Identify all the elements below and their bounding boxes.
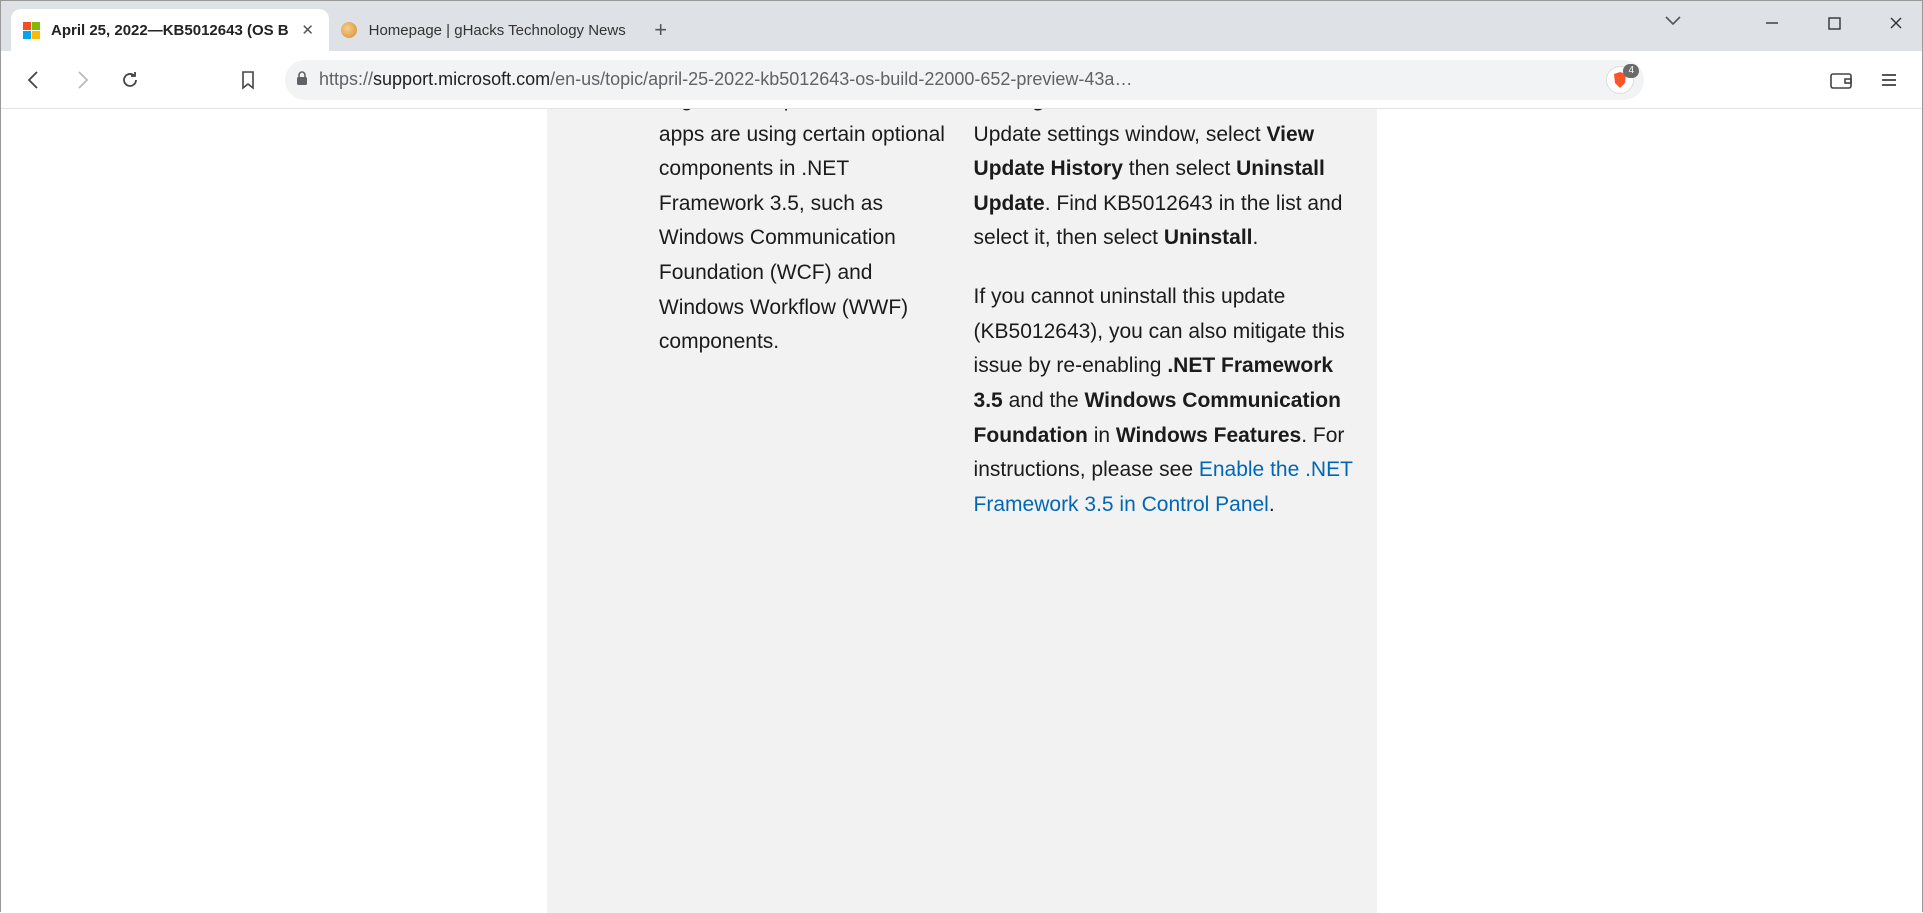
- symptom-cell: After installing this update, some .NET …: [659, 109, 974, 547]
- address-bar[interactable]: https://support.microsoft.com/en-us/topi…: [285, 60, 1644, 100]
- close-button[interactable]: [1878, 9, 1914, 37]
- article-content: IT admins After installing this update, …: [547, 109, 1377, 913]
- new-tab-button[interactable]: +: [644, 13, 678, 47]
- url-host: support.microsoft.com: [373, 69, 550, 89]
- ghacks-favicon-icon: [341, 21, 359, 39]
- tab-title: April 25, 2022—KB5012643 (OS B: [51, 22, 289, 39]
- tab-kb5012643[interactable]: April 25, 2022—KB5012643 (OS B ✕: [11, 9, 329, 51]
- lock-icon: [295, 70, 309, 89]
- bookmark-button[interactable]: [229, 61, 267, 99]
- url-path: /en-us/topic/april-25-2022-kb5012643-os-…: [550, 69, 1132, 89]
- back-button[interactable]: [15, 61, 53, 99]
- workaround-paragraph-2: If you cannot uninstall this update (KB5…: [974, 280, 1363, 522]
- microsoft-favicon-icon: [23, 21, 41, 39]
- wallet-button[interactable]: [1822, 61, 1860, 99]
- window-controls: [1754, 9, 1914, 37]
- maximize-button[interactable]: [1816, 9, 1852, 37]
- audience-cell: IT admins: [561, 109, 659, 547]
- navigation-toolbar: https://support.microsoft.com/en-us/topi…: [1, 51, 1922, 109]
- tab-title: Homepage | gHacks Technology News: [369, 22, 626, 39]
- browser-chrome: April 25, 2022—KB5012643 (OS B ✕ Homepag…: [1, 1, 1922, 109]
- reload-button[interactable]: [111, 61, 149, 99]
- tab-ghacks[interactable]: Homepage | gHacks Technology News: [329, 9, 638, 51]
- menu-button[interactable]: [1870, 61, 1908, 99]
- url-display: https://support.microsoft.com/en-us/topi…: [319, 69, 1596, 90]
- known-issues-row: IT admins After installing this update, …: [547, 109, 1377, 547]
- tab-close-button[interactable]: ✕: [299, 21, 317, 39]
- tab-bar: April 25, 2022—KB5012643 (OS B ✕ Homepag…: [1, 1, 1922, 51]
- url-prefix: https://: [319, 69, 373, 89]
- brave-shields-button[interactable]: 4: [1606, 66, 1634, 94]
- page-content-scroll[interactable]: IT admins After installing this update, …: [1, 109, 1922, 913]
- shields-count-badge: 4: [1623, 64, 1639, 78]
- minimize-button[interactable]: [1754, 9, 1790, 37]
- tab-search-button[interactable]: [1664, 13, 1682, 32]
- workaround-paragraph-1: To mitigate this issue, you can uninstal…: [974, 109, 1363, 256]
- forward-button[interactable]: [63, 61, 101, 99]
- workaround-cell: To mitigate this issue, you can uninstal…: [974, 109, 1363, 547]
